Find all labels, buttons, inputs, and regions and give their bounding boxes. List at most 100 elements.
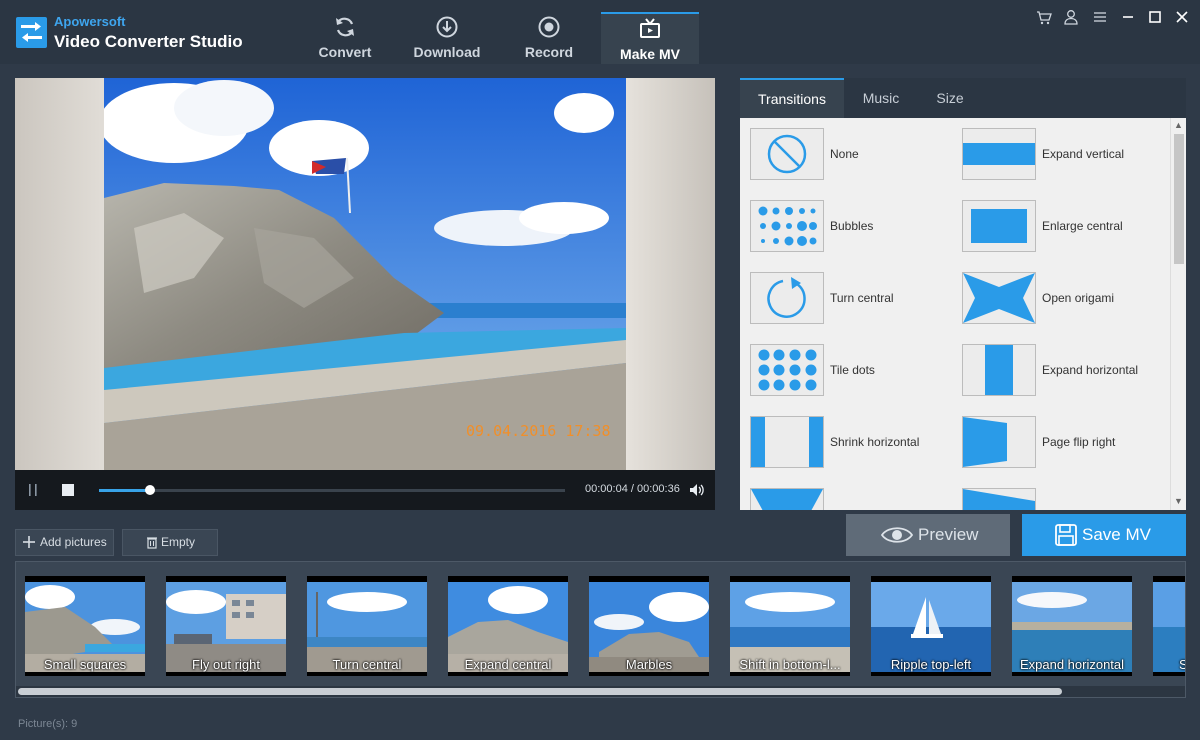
clip-caption: Ripple top-left xyxy=(890,657,972,672)
pause-icon xyxy=(29,484,37,496)
transition-label: Page flip right xyxy=(1042,435,1116,449)
clip-caption: S xyxy=(1153,657,1185,673)
storyboard-clip[interactable]: Expand horizontal xyxy=(1012,576,1132,676)
tv-icon xyxy=(640,18,660,38)
refresh-icon xyxy=(336,17,354,37)
tab-music[interactable]: Music xyxy=(848,78,914,118)
transition-label: Shrink horizontal xyxy=(830,435,920,449)
transition-label: Enlarge central xyxy=(1042,219,1123,233)
stop-icon xyxy=(62,484,74,496)
volume-button[interactable] xyxy=(688,482,704,498)
transition-label: Expand horizontal xyxy=(1042,363,1139,377)
transition-label: Tile dots xyxy=(830,363,875,377)
photo-date-stamp: 09.04.2016 17:38 xyxy=(466,422,611,440)
transitions-scrollbar[interactable]: ▲ ▼ xyxy=(1170,118,1186,510)
minimize-icon[interactable] xyxy=(1119,8,1137,26)
tab-download[interactable]: Download xyxy=(398,12,496,64)
volume-icon xyxy=(690,484,704,496)
seek-knob[interactable] xyxy=(145,485,156,495)
brand-product: Video Converter Studio xyxy=(54,32,243,51)
eye-icon xyxy=(880,527,914,543)
scrollbar-thumb[interactable] xyxy=(18,688,1062,695)
app-logo-icon xyxy=(16,17,47,48)
storyboard-clip[interactable]: Ripple top-left xyxy=(871,576,991,676)
enlarge-central-icon xyxy=(971,209,1027,243)
scrollbar-thumb[interactable] xyxy=(1174,134,1184,264)
transition-label: Open origami xyxy=(1042,291,1115,305)
storyboard-clip[interactable]: Small squares xyxy=(25,576,145,676)
storyboard-clip[interactable]: Turn central xyxy=(307,576,427,676)
transitions-panel: None Expand vertical Bubbles Enlarge cen… xyxy=(740,118,1186,510)
clip-caption: Small squares xyxy=(43,657,127,672)
clip-caption: Marbles xyxy=(625,657,673,672)
clip-caption: Shift in bottom-l... xyxy=(739,657,841,672)
storyboard-clip[interactable]: S xyxy=(1153,576,1185,676)
blur-right-edge xyxy=(625,78,715,470)
page-flip-right-icon xyxy=(963,417,1007,467)
transition-label: Turn central xyxy=(830,291,894,305)
panel-tabs: Transitions Music Size xyxy=(740,78,1186,118)
storyboard-clip[interactable]: Expand central xyxy=(448,576,568,676)
video-preview[interactable]: 09.04.2016 17:38 xyxy=(15,78,715,470)
expand-vertical-icon xyxy=(963,143,1035,165)
title-bar: Apowersoft Video Converter Studio Conver… xyxy=(0,0,1200,64)
scroll-up-icon[interactable]: ▲ xyxy=(1174,120,1183,130)
tab-size[interactable]: Size xyxy=(920,78,980,118)
time-display: 00:00:04 / 00:00:36 xyxy=(585,483,680,495)
tile-dots-icon xyxy=(758,349,817,391)
clip-caption: Expand central xyxy=(464,657,552,672)
preview-photo: 09.04.2016 17:38 xyxy=(104,78,626,470)
trash-icon xyxy=(147,537,157,549)
preview-button[interactable]: Preview xyxy=(846,514,1010,556)
seek-bar-progress xyxy=(99,489,151,492)
tab-transitions[interactable]: Transitions xyxy=(740,78,844,118)
shrink-horizontal-icon xyxy=(751,417,823,467)
stop-button[interactable] xyxy=(60,482,76,498)
storyboard-clip[interactable]: Shift in bottom-l... xyxy=(730,576,850,676)
empty-button[interactable]: Empty xyxy=(122,529,218,556)
add-pictures-label: Add pictures xyxy=(40,535,107,549)
none-icon xyxy=(767,134,807,174)
seek-bar[interactable] xyxy=(99,485,565,495)
scroll-down-icon[interactable]: ▼ xyxy=(1174,496,1183,506)
storyboard-scrollbar[interactable] xyxy=(16,686,1185,697)
pause-button[interactable] xyxy=(25,482,41,498)
tab-make-mv[interactable]: Make MV xyxy=(601,12,699,64)
player-controls: 00:00:04 / 00:00:36 xyxy=(15,470,715,510)
diagonal-wipe-icon xyxy=(963,489,1035,510)
maximize-icon[interactable] xyxy=(1146,8,1164,26)
storyboard-clip[interactable]: Marbles xyxy=(589,576,709,676)
tab-record[interactable]: Record xyxy=(500,12,598,64)
clip-caption: Turn central xyxy=(332,657,402,672)
tab-label: Make MV xyxy=(620,46,680,62)
save-mv-button[interactable]: Save MV xyxy=(1022,514,1186,556)
blur-left-edge xyxy=(15,78,105,470)
plus-icon xyxy=(23,536,35,548)
transition-label: Expand vertical xyxy=(1042,147,1125,161)
download-icon xyxy=(436,16,458,38)
storyboard: Small squares Fly out right Turn central… xyxy=(15,561,1186,698)
bubbles-icon xyxy=(758,206,817,246)
add-pictures-button[interactable]: Add pictures xyxy=(15,529,114,556)
clip-caption: Fly out right xyxy=(192,657,260,672)
storyboard-clip[interactable]: Fly out right xyxy=(166,576,286,676)
expand-horizontal-icon xyxy=(985,345,1013,395)
clip-caption: Expand horizontal xyxy=(1019,657,1125,672)
close-icon[interactable] xyxy=(1173,8,1191,26)
brand-company: Apowersoft xyxy=(54,14,126,29)
save-mv-label: Save MV xyxy=(1082,525,1151,544)
save-icon xyxy=(1055,524,1077,546)
transition-label: Bubbles xyxy=(830,219,874,233)
open-origami-icon xyxy=(963,273,1035,323)
wedge-icon xyxy=(751,489,823,510)
tab-label: Convert xyxy=(318,44,372,60)
tab-label: Record xyxy=(524,44,574,60)
tab-convert[interactable]: Convert xyxy=(296,12,394,64)
record-icon xyxy=(538,16,560,38)
preview-label: Preview xyxy=(918,525,979,544)
cart-icon[interactable] xyxy=(1035,8,1053,26)
user-icon[interactable] xyxy=(1062,8,1080,26)
menu-icon[interactable] xyxy=(1091,8,1109,26)
tab-label: Download xyxy=(413,44,481,60)
picture-count: Picture(s): 9 xyxy=(18,718,78,730)
